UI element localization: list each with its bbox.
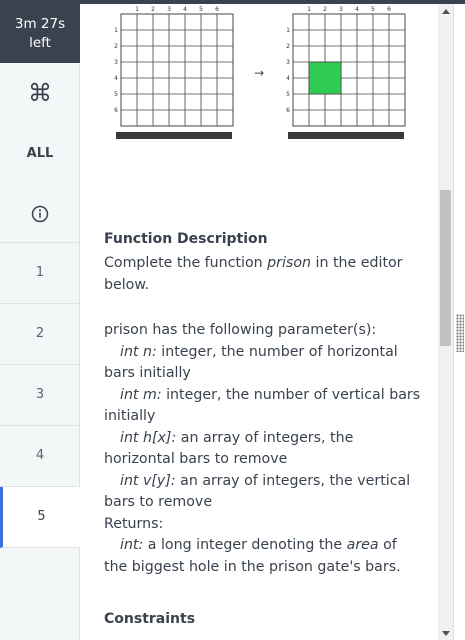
params-intro: prison has the following parameter(s): [104,322,377,338]
after-row-label: 2 [286,43,290,50]
param-row: int h[x]: an array of integers, the hori… [104,428,424,471]
content-scrollbar[interactable] [438,4,453,640]
before-row-label: 4 [114,75,118,82]
constraints-heading: Constraints [104,611,196,627]
scroll-up-icon [441,8,450,14]
prison-gate-figure: 1 2 3 4 5 6 1 2 3 4 5 6 1 2 3 4 5 6 1 2 3 4 5 6 → [114,6,406,139]
before-grid-frame [120,13,234,127]
after-base [288,132,404,139]
question-sidebar: 3m 27s left ⌘ ALL 12345 [0,0,80,640]
scroll-up-button[interactable] [438,4,453,18]
before-col-label: 4 [183,6,187,13]
question-list: 12345 [0,243,80,548]
scroll-down-button[interactable] [438,626,453,640]
command-icon[interactable]: ⌘ [0,63,80,123]
after-col-label: 6 [387,6,391,13]
after-row-label: 1 [286,27,290,34]
intro-paragraph: Complete the function prison in the edit… [104,253,424,296]
drag-handle-icon[interactable] [456,314,464,352]
scroll-thumb[interactable] [440,190,451,346]
parameters-block: prison has the following parameter(s): i… [104,320,424,578]
panel-resize-area[interactable] [453,4,465,640]
before-row-label: 1 [114,27,118,34]
after-row-label: 6 [286,107,290,114]
transition-arrow: → [254,66,264,80]
after-row-label: 5 [286,91,290,98]
all-questions-button[interactable]: ALL [0,123,80,185]
param-list: int n: integer, the number of horizontal… [104,342,424,514]
before-col-label: 1 [135,6,139,13]
function-name: prison [267,255,312,271]
param-row: int v[y]: an array of integers, the vert… [104,471,424,514]
param-name: int m: [120,386,162,403]
time-remaining: 3m 27s left [0,0,80,63]
intro-text-a: Complete the function [104,255,268,271]
after-col-label: 5 [371,6,375,13]
scroll-down-icon [441,630,450,636]
question-item-2[interactable]: 2 [0,304,80,365]
before-base [116,132,232,139]
param-row: int m: integer, the number of vertical b… [104,385,424,428]
param-row: int n: integer, the number of horizontal… [104,342,424,385]
after-col-label: 3 [339,6,343,13]
before-row-label: 3 [114,59,118,66]
param-name: int h[x]: [120,429,177,446]
problem-statement: 1 2 3 4 5 6 1 2 3 4 5 6 1 2 3 4 5 6 1 2 3 4 5 6 → Function Descr… [80,4,438,640]
question-item-4[interactable]: 4 [0,426,80,487]
after-col-label: 1 [307,6,311,13]
returns-label: Returns: [104,515,164,532]
timer-label: left [29,35,51,51]
returns-text-a: a long integer denoting the [143,537,347,553]
param-name: int n: [120,343,157,360]
after-col-label: 4 [355,6,359,13]
returns-type: int: [120,537,144,553]
returns-area: area [346,537,379,553]
after-row-label: 4 [286,75,290,82]
before-col-label: 2 [151,6,155,13]
question-item-1[interactable]: 1 [0,243,80,304]
question-item-3[interactable]: 3 [0,365,80,426]
before-row-label: 5 [114,91,118,98]
before-col-label: 6 [215,6,219,13]
returns-line: int: a long integer denoting the area of… [104,535,424,578]
removed-bars-hole [308,61,342,95]
after-row-label: 3 [286,59,290,66]
info-button[interactable] [0,185,80,243]
before-col-label: 5 [199,6,203,13]
after-col-label: 2 [323,6,327,13]
question-item-5[interactable]: 5 [0,487,80,548]
info-icon [31,205,49,222]
param-name: int v[y]: [120,472,176,489]
timer-value: 3m 27s [14,16,66,32]
before-row-label: 2 [114,43,118,50]
before-col-label: 3 [167,6,171,13]
before-row-label: 6 [114,107,118,114]
function-description-heading: Function Description [104,231,268,247]
